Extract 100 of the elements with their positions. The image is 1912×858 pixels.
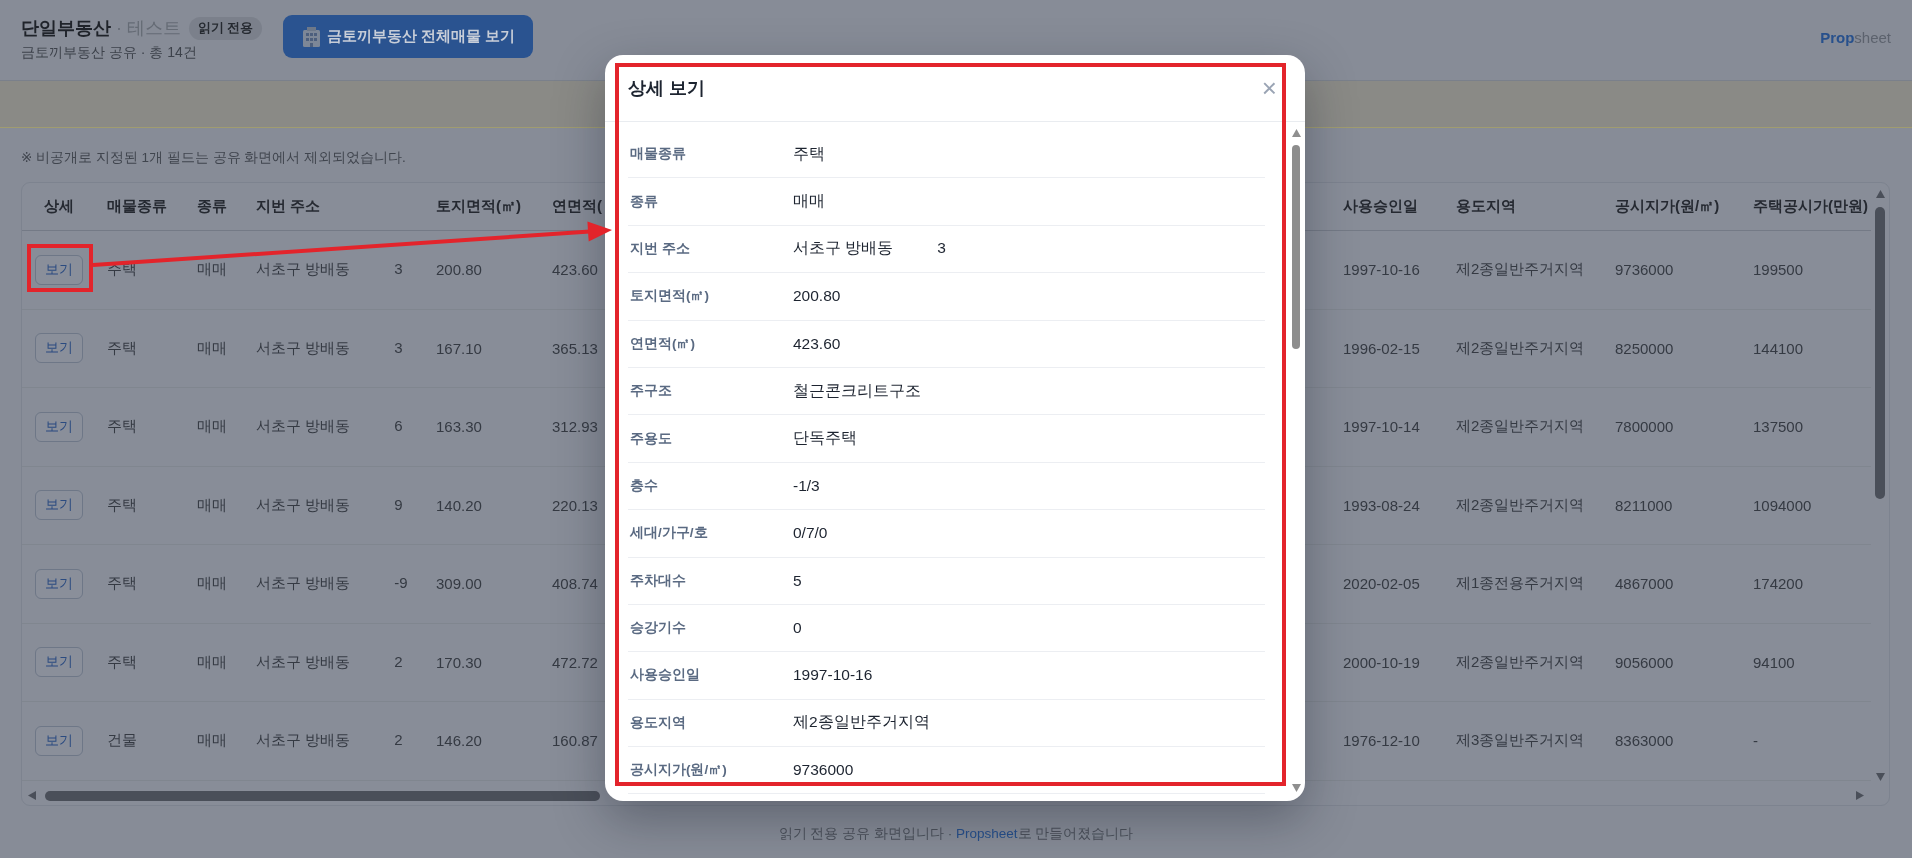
view-button[interactable]: 보기 — [34, 490, 83, 521]
up-arrow-icon[interactable] — [1875, 190, 1885, 198]
table-cell: 건물 — [107, 731, 137, 751]
view-button[interactable]: 보기 — [34, 725, 83, 756]
table-cell: 주택 — [107, 495, 137, 515]
view-button[interactable]: 보기 — [34, 411, 83, 442]
view-button[interactable]: 보기 — [34, 568, 83, 599]
table-cell: 9736000 — [1615, 261, 1674, 279]
table-cell: 매매 — [197, 417, 227, 437]
field-label: 주구조 — [630, 382, 672, 401]
column-header: 지번 주소 — [256, 197, 321, 216]
down-arrow-icon[interactable] — [1875, 772, 1885, 781]
table-cell: 서초구 방배동 -9 — [256, 574, 408, 594]
field-label: 세대/가구/호 — [630, 524, 708, 543]
field-label: 주차대수 — [630, 571, 686, 590]
field-value: 서초구 방배동 3 — [793, 238, 946, 259]
left-arrow-icon[interactable] — [28, 791, 36, 801]
field-value: 제2종일반주거지역 — [793, 712, 930, 733]
table-cell: 7800000 — [1615, 418, 1674, 436]
table-cell: 199500 — [1753, 261, 1804, 279]
column-header: 사용승인일 — [1343, 197, 1418, 216]
footer-link[interactable]: Propsheet — [955, 826, 1018, 841]
column-header: 토지면적(㎡) — [436, 197, 521, 216]
field-label: 매물종류 — [630, 145, 686, 164]
field-label: 승강기수 — [630, 619, 686, 638]
view-button[interactable]: 보기 — [34, 333, 83, 364]
table-cell: 제2종일반주거지역 — [1456, 495, 1585, 515]
down-arrow-icon[interactable] — [1291, 784, 1301, 792]
scrollbar-thumb[interactable] — [1875, 207, 1885, 499]
table-cell: 365.13 — [552, 339, 598, 357]
table-cell: 매매 — [197, 731, 227, 751]
table-cell: 146.20 — [436, 732, 482, 750]
table-cell: 170.30 — [436, 653, 482, 671]
field-value: 5 — [793, 571, 802, 590]
table-cell: 1997-10-14 — [1343, 418, 1420, 436]
column-header: 공시지가(원/㎡) — [1615, 197, 1720, 216]
view-button[interactable]: 보기 — [34, 647, 83, 678]
column-header: 연면적( — [552, 197, 602, 216]
table-cell: 서초구 방배동 3 — [256, 260, 403, 280]
field-value: 단독주택 — [793, 428, 857, 449]
table-cell: 8211000 — [1615, 496, 1673, 514]
table-cell: 매매 — [197, 574, 227, 594]
table-cell: 220.13 — [552, 496, 598, 514]
field-value: 200.80 — [793, 287, 841, 306]
all-listings-button[interactable]: 금토끼부동산 전체매물 보기 — [283, 15, 534, 58]
field-label: 용도지역 — [630, 713, 686, 732]
field-value: 철근콘크리트구조 — [793, 380, 921, 401]
table-cell: 제1종전용주거지역 — [1456, 574, 1585, 594]
table-cell: 2000-10-19 — [1343, 653, 1420, 671]
column-header: 주택공시가(만원) — [1753, 197, 1868, 216]
field-label: 연면적(㎡) — [630, 334, 695, 353]
field-value: 9736000 — [793, 761, 854, 780]
table-cell: 408.74 — [552, 575, 598, 593]
read-only-badge: 읽기 전용 — [189, 16, 263, 40]
table-cell: 312.93 — [552, 418, 598, 436]
field-value: 0 — [793, 619, 802, 638]
table-cell: 매매 — [197, 652, 227, 672]
column-header: 종류 — [197, 197, 227, 216]
field-value: 0/7/0 — [793, 524, 828, 543]
up-arrow-icon[interactable] — [1291, 129, 1301, 137]
table-cell: 144100 — [1753, 339, 1804, 357]
table-cell: 140.20 — [436, 496, 482, 514]
view-button[interactable]: 보기 — [34, 254, 83, 285]
field-label: 공시지가(원/㎡) — [630, 761, 727, 780]
table-cell: 472.72 — [552, 653, 598, 671]
column-header: 상세 — [43, 197, 74, 216]
table-cell: 1976-12-10 — [1343, 732, 1420, 750]
field-label: 토지면적(㎡) — [630, 287, 709, 306]
table-cell: 423.60 — [552, 261, 598, 279]
field-value: 주택 — [793, 143, 825, 164]
table-cell: 174200 — [1753, 575, 1804, 593]
note-text: ※ 비공개로 지정된 1개 필드는 공유 화면에서 제외되었습니다. — [21, 149, 406, 167]
table-cell: 160.87 — [552, 732, 598, 750]
table-cell: - — [1753, 732, 1758, 750]
table-cell: 1996-02-15 — [1343, 339, 1420, 357]
table-cell: 제2종일반주거지역 — [1456, 260, 1585, 280]
table-cell: 200.80 — [436, 261, 482, 279]
summary-text: 금토끼부동산 공유 · 총 14건 — [21, 43, 197, 62]
field-label: 사용승인일 — [630, 666, 700, 685]
table-cell: 1094000 — [1753, 496, 1812, 514]
right-arrow-icon[interactable] — [1856, 791, 1864, 801]
table-cell: 주택 — [107, 417, 137, 437]
table-cell: 서초구 방배동 9 — [256, 495, 403, 515]
scrollbar-thumb[interactable] — [45, 790, 600, 801]
table-cell: 주택 — [107, 574, 137, 594]
table-cell: 137500 — [1753, 418, 1804, 436]
table-cell: 163.30 — [436, 418, 482, 436]
column-header: 용도지역 — [1456, 197, 1516, 216]
field-label: 주용도 — [630, 429, 672, 448]
table-cell: 주택 — [107, 338, 137, 358]
close-button[interactable]: × — [1261, 75, 1277, 101]
column-header: 매물종류 — [107, 197, 167, 216]
table-cell: 1997-10-16 — [1343, 261, 1420, 279]
table-cell: 제2종일반주거지역 — [1456, 338, 1585, 358]
table-cell: 309.00 — [436, 575, 482, 593]
field-value: 매매 — [793, 191, 825, 212]
field-value: -1/3 — [793, 476, 820, 495]
table-cell: 8363000 — [1615, 732, 1674, 750]
scrollbar-thumb[interactable] — [1292, 145, 1300, 349]
table-cell: 매매 — [197, 260, 227, 280]
